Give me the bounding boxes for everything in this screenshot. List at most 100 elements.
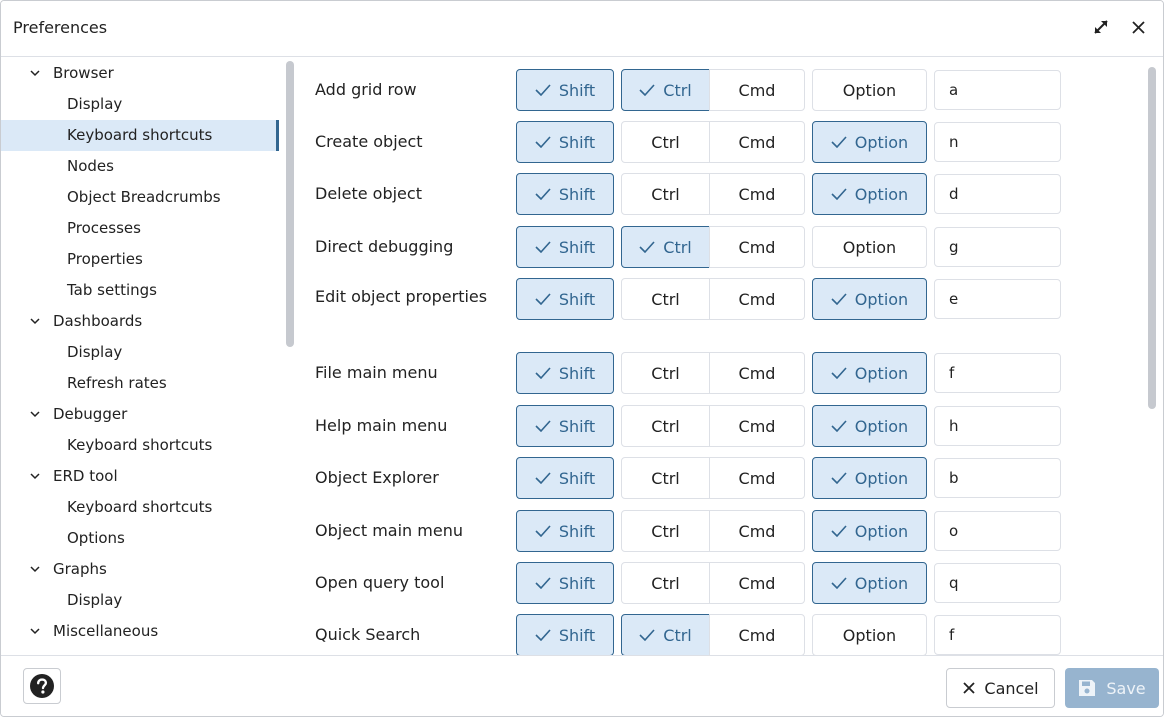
cmd-toggle[interactable]: Cmd bbox=[709, 562, 805, 604]
sidebar-scrollbar[interactable] bbox=[286, 61, 294, 347]
shift-toggle[interactable]: Shift bbox=[516, 278, 614, 320]
shift-toggle[interactable]: Shift bbox=[516, 226, 614, 268]
cmd-toggle[interactable]: Cmd bbox=[709, 278, 805, 320]
tree-item[interactable]: Keyboard shortcuts bbox=[1, 492, 279, 523]
key-input[interactable]: f bbox=[934, 353, 1061, 393]
shortcut-label: File main menu bbox=[315, 363, 438, 382]
shift-toggle[interactable]: Shift bbox=[516, 405, 614, 447]
ctrl-toggle[interactable]: Ctrl bbox=[621, 121, 710, 163]
tree-item[interactable]: Options bbox=[1, 523, 279, 554]
close-icon[interactable] bbox=[1127, 15, 1151, 39]
expand-arrows-icon[interactable] bbox=[1089, 15, 1113, 39]
option-toggle[interactable]: Option bbox=[812, 121, 927, 163]
cmd-toggle[interactable]: Cmd bbox=[709, 69, 805, 111]
tree-item[interactable]: Display bbox=[1, 585, 279, 616]
cmd-label: Cmd bbox=[738, 132, 776, 152]
tree-item[interactable]: Processes bbox=[1, 213, 279, 244]
ctrl-toggle[interactable]: Ctrl bbox=[621, 457, 710, 499]
ctrl-toggle[interactable]: Ctrl bbox=[621, 226, 710, 268]
cmd-toggle[interactable]: Cmd bbox=[709, 121, 805, 163]
shift-toggle[interactable]: Shift bbox=[516, 562, 614, 604]
option-toggle[interactable]: Option bbox=[812, 173, 927, 215]
key-input[interactable]: o bbox=[934, 511, 1061, 551]
shift-label: Shift bbox=[558, 132, 596, 152]
chevron-down-icon[interactable] bbox=[29, 67, 41, 79]
option-label: Option bbox=[854, 132, 909, 152]
ctrl-toggle[interactable]: Ctrl bbox=[621, 173, 710, 215]
option-toggle[interactable]: Option bbox=[812, 226, 927, 268]
tree-group[interactable]: Dashboards bbox=[1, 306, 279, 337]
option-label: Option bbox=[854, 468, 909, 488]
option-toggle[interactable]: Option bbox=[812, 614, 927, 655]
cancel-button[interactable]: Cancel bbox=[946, 668, 1055, 708]
shift-toggle[interactable]: Shift bbox=[516, 121, 614, 163]
option-toggle[interactable]: Option bbox=[812, 562, 927, 604]
ctrl-label: Ctrl bbox=[651, 521, 680, 541]
key-input[interactable]: f bbox=[934, 615, 1061, 655]
key-input[interactable]: q bbox=[934, 563, 1061, 603]
modifier-group: Shift Ctrl Cmd Option f bbox=[516, 352, 1061, 394]
chevron-down-icon[interactable] bbox=[29, 470, 41, 482]
tree-item[interactable]: Display bbox=[1, 337, 279, 368]
tree-item[interactable]: Keyboard shortcuts bbox=[1, 120, 279, 151]
cmd-toggle[interactable]: Cmd bbox=[709, 352, 805, 394]
cmd-toggle[interactable]: Cmd bbox=[709, 226, 805, 268]
tree-group[interactable]: ERD tool bbox=[1, 461, 279, 492]
option-toggle[interactable]: Option bbox=[812, 278, 927, 320]
key-input[interactable]: n bbox=[934, 122, 1061, 162]
cmd-toggle[interactable]: Cmd bbox=[709, 457, 805, 499]
tree-group[interactable]: Graphs bbox=[1, 554, 279, 585]
ctrl-toggle[interactable]: Ctrl bbox=[621, 405, 710, 447]
ctrl-toggle[interactable]: Ctrl bbox=[621, 352, 710, 394]
ctrl-toggle[interactable]: Ctrl bbox=[621, 278, 710, 320]
cmd-toggle[interactable]: Cmd bbox=[709, 614, 805, 655]
tree-group[interactable]: Browser bbox=[1, 58, 279, 89]
key-input[interactable]: a bbox=[934, 70, 1061, 110]
ctrl-toggle[interactable]: Ctrl bbox=[621, 614, 710, 655]
tree-item[interactable]: Properties bbox=[1, 244, 279, 275]
modifier-group: Shift Ctrl Cmd Option f bbox=[516, 614, 1061, 655]
tree-item[interactable]: Nodes bbox=[1, 151, 279, 182]
key-input[interactable]: h bbox=[934, 406, 1061, 446]
tree-item[interactable]: Tab settings bbox=[1, 275, 279, 306]
chevron-down-icon[interactable] bbox=[29, 315, 41, 327]
cmd-toggle[interactable]: Cmd bbox=[709, 510, 805, 552]
cmd-toggle[interactable]: Cmd bbox=[709, 405, 805, 447]
option-toggle[interactable]: Option bbox=[812, 510, 927, 552]
keyboard-shortcuts-panel: Add grid row Shift Ctrl Cmd Option a Create ob… bbox=[299, 58, 1139, 655]
option-toggle[interactable]: Option bbox=[812, 457, 927, 499]
tree-group[interactable]: Miscellaneous bbox=[1, 616, 279, 647]
shift-toggle[interactable]: Shift bbox=[516, 352, 614, 394]
option-toggle[interactable]: Option bbox=[812, 352, 927, 394]
option-toggle[interactable]: Option bbox=[812, 405, 927, 447]
key-input[interactable]: g bbox=[934, 227, 1061, 267]
chevron-down-icon[interactable] bbox=[29, 563, 41, 575]
shift-label: Shift bbox=[558, 184, 596, 204]
tree-item[interactable]: Object Breadcrumbs bbox=[1, 182, 279, 213]
help-button[interactable] bbox=[23, 668, 61, 704]
ctrl-toggle[interactable]: Ctrl bbox=[621, 510, 710, 552]
key-input[interactable]: b bbox=[934, 458, 1061, 498]
key-input[interactable]: d bbox=[934, 174, 1061, 214]
chevron-down-icon[interactable] bbox=[29, 625, 41, 637]
shift-toggle[interactable]: Shift bbox=[516, 457, 614, 499]
option-toggle[interactable]: Option bbox=[812, 69, 927, 111]
shift-toggle[interactable]: Shift bbox=[516, 510, 614, 552]
save-button[interactable]: Save bbox=[1065, 668, 1159, 708]
shift-label: Shift bbox=[558, 237, 596, 257]
checkmark-icon bbox=[831, 577, 847, 589]
chevron-down-icon[interactable] bbox=[29, 408, 41, 420]
tree-item[interactable]: Keyboard shortcuts bbox=[1, 430, 279, 461]
shift-toggle[interactable]: Shift bbox=[516, 614, 614, 655]
cmd-toggle[interactable]: Cmd bbox=[709, 173, 805, 215]
key-input[interactable]: e bbox=[934, 279, 1061, 319]
tree-item[interactable]: Display bbox=[1, 89, 279, 120]
shift-toggle[interactable]: Shift bbox=[516, 173, 614, 215]
shift-toggle[interactable]: Shift bbox=[516, 69, 614, 111]
tree-item[interactable]: Refresh rates bbox=[1, 368, 279, 399]
content-scrollbar[interactable] bbox=[1148, 67, 1156, 409]
shortcut-label: Open query tool bbox=[315, 573, 445, 592]
ctrl-toggle[interactable]: Ctrl bbox=[621, 562, 710, 604]
tree-group[interactable]: Debugger bbox=[1, 399, 279, 430]
ctrl-toggle[interactable]: Ctrl bbox=[621, 69, 710, 111]
